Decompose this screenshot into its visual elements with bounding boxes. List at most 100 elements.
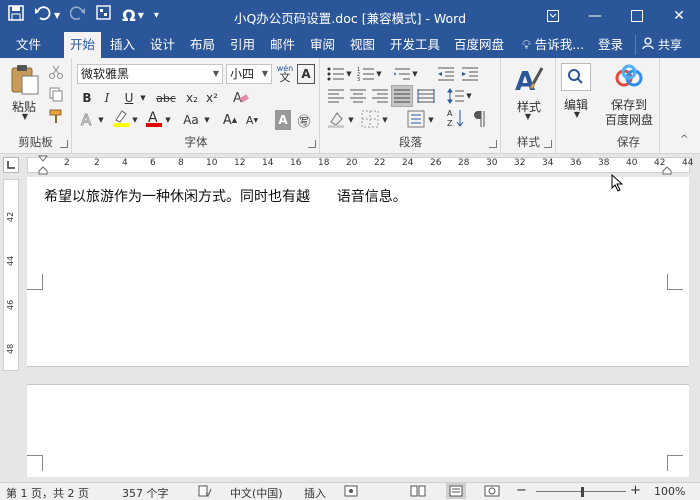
login-button[interactable]: 登录	[592, 32, 629, 58]
shrink-font-button[interactable]: A ▼	[243, 110, 261, 130]
underline-button[interactable]: U	[121, 88, 137, 108]
font-name-combo[interactable]: 微软雅黑 ▼	[77, 64, 223, 84]
page-2[interactable]	[27, 384, 689, 477]
borders-icon[interactable]	[361, 110, 379, 131]
editing-dropdown-icon[interactable]: ▼	[571, 110, 583, 119]
web-layout-icon[interactable]	[484, 485, 500, 500]
collapse-ribbon-icon[interactable]: ^	[680, 134, 688, 145]
bullets-icon[interactable]	[327, 66, 345, 85]
tab-references[interactable]: 引用	[224, 32, 261, 58]
document-area[interactable]: 希望以旅游作为一种休闲方式。同时也有越 语音信息。	[26, 177, 690, 477]
minimize-icon[interactable]: —	[574, 0, 616, 32]
tab-home[interactable]: 开始	[64, 32, 102, 58]
paste-dropdown-icon[interactable]: ▼	[20, 112, 30, 121]
chinese-layout-dropdown-icon[interactable]: ▼	[427, 110, 435, 130]
justify-icon[interactable]	[391, 85, 413, 107]
tab-developer[interactable]: 开发工具	[384, 32, 446, 58]
zoom-level[interactable]: 100%	[654, 485, 685, 498]
baidu-button-line2[interactable]: 百度网盘	[598, 111, 660, 128]
macro-record-icon[interactable]	[344, 485, 358, 500]
styles-launcher-icon[interactable]	[544, 140, 552, 148]
zoom-slider-thumb[interactable]	[581, 487, 584, 497]
change-case-button[interactable]: Aa	[179, 110, 203, 130]
read-mode-icon[interactable]	[410, 485, 426, 500]
page-1[interactable]: 希望以旅游作为一种休闲方式。同时也有越 语音信息。	[27, 177, 689, 367]
word-count[interactable]: 357 个字	[122, 485, 169, 500]
tab-file[interactable]: 文件	[10, 32, 47, 58]
baidu-cloud-icon[interactable]	[613, 64, 645, 93]
bullets-dropdown-icon[interactable]: ▼	[345, 64, 353, 84]
horizontal-ruler[interactable]: 2 2 4 6 8 10 12 14 16 18 20 22 24 26 28 30 32 34 36 38 40 42 4…	[0, 155, 700, 175]
strikethrough-button[interactable]: abc	[153, 88, 179, 108]
find-icon[interactable]	[561, 63, 591, 91]
show-marks-icon[interactable]	[473, 110, 487, 131]
copy-icon[interactable]	[48, 86, 64, 105]
share-button[interactable]: 共享	[635, 35, 688, 55]
clear-formatting-icon[interactable]: A	[231, 88, 249, 109]
print-layout-icon[interactable]	[446, 483, 466, 499]
align-center-icon[interactable]	[349, 88, 367, 107]
tell-me-box[interactable]: 💡︎ 告诉我...	[516, 32, 590, 58]
numbering-dropdown-icon[interactable]: ▼	[375, 64, 383, 84]
bold-button[interactable]: B	[79, 88, 95, 108]
vertical-ruler[interactable]: 42 44 46 48	[3, 179, 19, 371]
first-line-indent-marker[interactable]	[37, 155, 49, 178]
maximize-icon[interactable]	[616, 0, 658, 32]
paste-icon[interactable]	[10, 64, 40, 99]
styles-dropdown-icon[interactable]: ▼	[522, 112, 534, 121]
zoom-in-button[interactable]: +	[630, 483, 641, 498]
shading-icon[interactable]	[327, 110, 345, 131]
close-icon[interactable]: ✕	[658, 0, 700, 32]
font-color-icon[interactable]: A	[145, 108, 163, 131]
change-case-dropdown-icon[interactable]: ▼	[203, 110, 211, 130]
line-spacing-icon[interactable]	[447, 88, 465, 107]
align-right-icon[interactable]	[371, 88, 389, 107]
ribbon-display-icon[interactable]	[532, 0, 574, 32]
increase-indent-icon[interactable]	[461, 66, 479, 85]
borders-dropdown-icon[interactable]: ▼	[381, 110, 389, 130]
multilevel-list-icon[interactable]	[393, 66, 411, 85]
phonetic-guide-button[interactable]: wén 文	[276, 62, 294, 84]
insert-mode-indicator[interactable]: 插入	[304, 485, 326, 500]
text-effects-icon[interactable]: A	[79, 110, 97, 131]
multilevel-dropdown-icon[interactable]: ▼	[411, 64, 419, 84]
language-indicator[interactable]: 中文(中国)	[230, 485, 283, 500]
line-spacing-dropdown-icon[interactable]: ▼	[465, 86, 473, 106]
tab-layout[interactable]: 布局	[184, 32, 221, 58]
tab-view[interactable]: 视图	[344, 32, 381, 58]
proofing-icon[interactable]	[198, 485, 212, 500]
char-border-button[interactable]: A	[297, 64, 315, 84]
cut-icon[interactable]	[48, 64, 64, 83]
tab-design[interactable]: 设计	[144, 32, 181, 58]
document-paragraph[interactable]: 希望以旅游作为一种休闲方式。同时也有越 语音信息。	[44, 186, 407, 206]
clipboard-launcher-icon[interactable]	[60, 140, 68, 148]
decrease-indent-icon[interactable]	[437, 66, 455, 85]
enclose-char-icon[interactable]: ㊢	[295, 110, 313, 130]
format-painter-brush-icon[interactable]	[48, 108, 64, 127]
distributed-icon[interactable]	[417, 88, 435, 107]
highlight-dropdown-icon[interactable]: ▼	[131, 110, 139, 130]
font-launcher-icon[interactable]	[308, 140, 316, 148]
tab-review[interactable]: 审阅	[304, 32, 341, 58]
highlight-icon[interactable]	[111, 108, 131, 131]
tab-baidu-netdisk[interactable]: 百度网盘	[448, 32, 510, 58]
font-color-dropdown-icon[interactable]: ▼	[164, 110, 172, 130]
underline-dropdown-icon[interactable]: ▼	[139, 88, 147, 108]
tab-selector[interactable]	[3, 157, 19, 173]
grow-font-button[interactable]: A ▲	[221, 110, 239, 130]
text-effects-dropdown-icon[interactable]: ▼	[97, 110, 105, 130]
subscript-button[interactable]: x₂	[183, 88, 201, 108]
styles-icon[interactable]: A	[514, 64, 544, 97]
page-count[interactable]: 第 1 页，共 2 页	[6, 485, 89, 500]
zoom-out-button[interactable]: −	[516, 483, 527, 498]
sort-icon[interactable]: AZ	[447, 108, 465, 131]
numbering-icon[interactable]: 123	[357, 66, 375, 85]
font-size-combo[interactable]: 小四 ▼	[226, 64, 272, 84]
superscript-button[interactable]: x²	[203, 88, 221, 108]
shading-dropdown-icon[interactable]: ▼	[347, 110, 355, 130]
align-left-icon[interactable]	[327, 88, 345, 107]
chinese-layout-icon[interactable]	[407, 110, 425, 131]
char-shading-button[interactable]: A	[275, 110, 291, 130]
tab-mailings[interactable]: 邮件	[264, 32, 301, 58]
italic-button[interactable]: I	[99, 88, 115, 108]
